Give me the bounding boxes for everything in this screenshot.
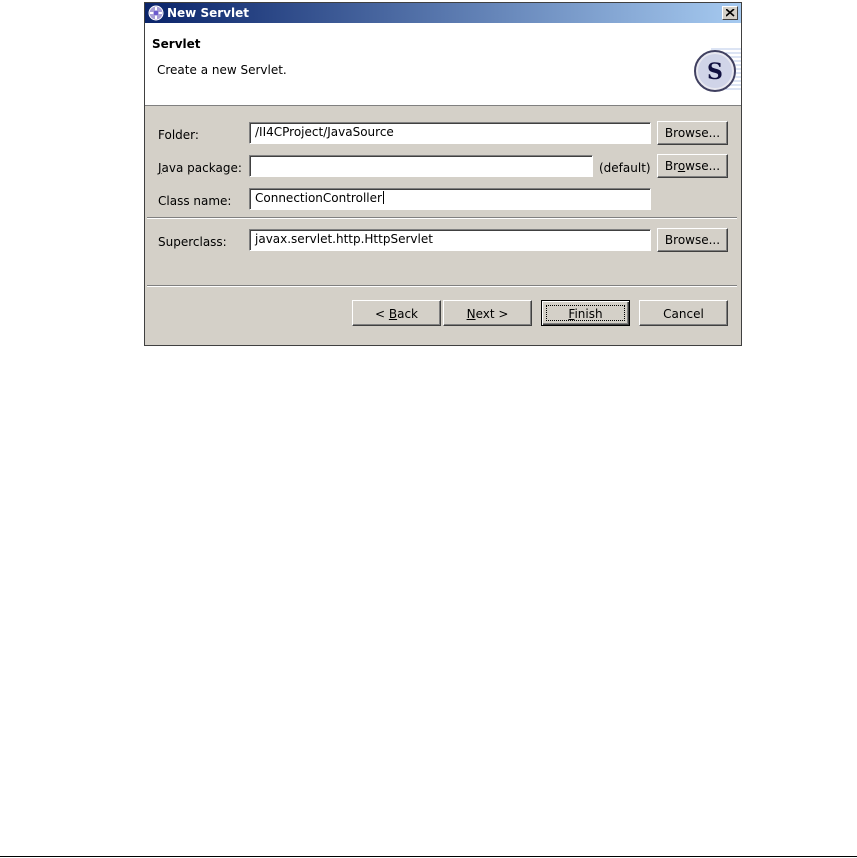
separator: [147, 217, 737, 219]
close-button[interactable]: [722, 6, 738, 20]
wizard-banner: Servlet Create a new Servlet. S: [145, 23, 741, 106]
class-name-label: Class name:: [158, 194, 232, 208]
next-button[interactable]: Next >: [443, 300, 532, 326]
window-title: New Servlet: [167, 6, 249, 20]
text-cursor: [382, 191, 384, 204]
folder-browse-button[interactable]: Browse...: [657, 121, 728, 145]
svg-text:S: S: [707, 59, 723, 85]
servlet-wizard-icon: S: [694, 48, 741, 92]
folder-input[interactable]: /II4CProject/JavaSource: [249, 122, 651, 144]
superclass-label: Superclass:: [158, 235, 227, 249]
java-package-label: Java package:: [158, 161, 242, 175]
package-browse-button[interactable]: Browse...: [657, 154, 728, 178]
class-name-input[interactable]: ConnectionController: [249, 188, 651, 210]
title-bar[interactable]: New Servlet: [145, 3, 741, 23]
finish-button[interactable]: Finish: [541, 300, 630, 326]
new-servlet-dialog: New Servlet Servlet Create a new Servlet…: [144, 2, 742, 346]
default-package-hint: (default): [599, 161, 651, 175]
banner-description: Create a new Servlet.: [157, 63, 287, 77]
button-bar-separator: [147, 285, 737, 287]
folder-label: Folder:: [158, 128, 199, 142]
java-package-input[interactable]: [249, 155, 593, 177]
close-icon: [726, 9, 735, 17]
superclass-input[interactable]: javax.servlet.http.HttpServlet: [249, 229, 651, 251]
page-bottom-rule: [0, 856, 857, 857]
superclass-browse-button[interactable]: Browse...: [657, 228, 728, 252]
back-button[interactable]: < Back: [352, 300, 441, 326]
cancel-button[interactable]: Cancel: [639, 300, 728, 326]
banner-title: Servlet: [152, 37, 201, 51]
eclipse-icon: [148, 5, 164, 21]
